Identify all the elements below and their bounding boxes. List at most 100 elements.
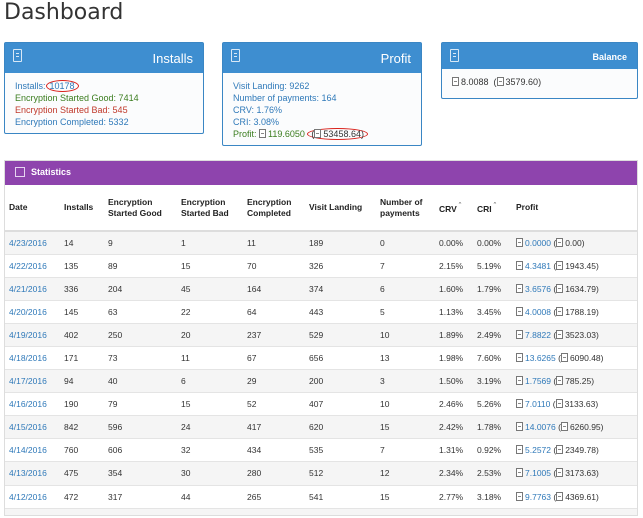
profit-btc-link[interactable]: 4.0008 [525,307,551,317]
table-cell: 1 [177,231,243,255]
enc-completed-line: Encryption Completed: 5332 [15,117,129,127]
table-cell: 67 [243,346,305,371]
table-cell: 10 [376,323,435,347]
table-cell: 2.49% [473,323,512,347]
table-row: 4/18/2016 171 73 11 67 656 13 1.98% 7.60% 13.6265… [5,346,637,371]
table-cell: 336 [60,277,104,301]
date-link[interactable]: 4/11/2016 [5,508,60,515]
table-row: 4/14/2016 760 606 32 434 535 7 1.31% 0.92% 5.2572… [5,438,637,463]
dollar-icon [556,260,564,270]
profit-btc-link[interactable]: 9.6011 [525,515,550,516]
table-cell: 12 [376,461,435,486]
profit-usd: 1634.79 [565,283,596,294]
profit-usd: 3173.63 [565,468,596,479]
installs-panel-title: Installs [152,51,193,66]
profit-panel-title: Profit [380,51,411,66]
table-cell: 2.53% [473,461,512,486]
column-header-installs[interactable]: Installs [60,185,104,232]
table-cell: 374 [305,277,376,301]
profit-usd-circled: (53458.64) [307,128,368,140]
date-link[interactable]: 4/16/2016 [5,392,60,417]
date-link[interactable]: 4/19/2016 [5,323,60,347]
profit-usd: 785.25 [565,376,592,387]
column-header-crv[interactable]: CRV ˆ [435,185,473,232]
table-row: 4/19/2016 402 250 20 237 529 10 1.89% 2.49% 7.882… [5,323,637,347]
profit-btc-link[interactable]: 9.7763 [525,492,551,502]
dollar-icon [555,399,563,409]
table-cell: 1.88% [473,508,512,515]
table-row: 4/11/201679757152485701152.14%1.88%9.601… [5,508,637,516]
profit-btc-link[interactable]: 5.2572 [525,445,551,455]
profit-usd: 6260.95 [569,422,601,433]
balance-panel: Balance 8.0088 (3579.60) [441,42,638,99]
date-link[interactable]: 4/18/2016 [5,346,60,371]
dollar-icon [556,283,564,293]
bitcoin-icon [516,376,523,386]
enc-bad-line: Encryption Started Bad: 545 [15,105,128,115]
profit-cell: 9.7763 (4369.61) [512,485,637,509]
profit-btc-link[interactable]: 7.0110 [525,399,550,409]
sort-caret-icon[interactable]: ˆ [492,203,496,210]
date-link[interactable]: 4/22/2016 [5,254,60,278]
table-cell: 402 [60,323,104,347]
date-link[interactable]: 4/13/2016 [5,461,60,486]
table-cell: 475 [60,461,104,486]
table-header-row: Date Installs Encryption Started Good Encry… [5,185,637,232]
table-cell: 1.79% [473,277,512,301]
column-header-encryption-completed[interactable]: Encryption Completed [243,185,305,232]
table-cell: 541 [305,485,376,509]
column-header-visit-landing[interactable]: Visit Landing [305,185,376,232]
table-cell: 15 [376,415,435,440]
profit-btc-link[interactable]: 7.8822 [525,330,551,340]
date-link[interactable]: 4/20/2016 [5,300,60,324]
table-cell: 2.77% [435,485,473,509]
profit-cell: 9.6011 (4291.29) [512,508,637,516]
page-title: Dashboard [4,0,124,25]
table-cell: 6 [376,277,435,301]
table-row: 4/21/2016 336 204 45 164 374 6 1.60% 1.79% 3.6576… [5,277,637,301]
column-header-number-of-payments[interactable]: Number of payments [376,185,435,232]
bitcoin-icon [516,237,523,247]
table-cell: 145 [60,300,104,324]
table-cell: 44 [177,485,243,509]
dollar-icon [556,237,564,247]
bitcoin-icon [516,329,523,339]
profit-btc-link[interactable]: 3.6576 [525,284,551,294]
profit-usd: 3523.03 [565,329,596,340]
bitcoin-icon [516,260,523,270]
date-link[interactable]: 4/17/2016 [5,369,60,394]
table-cell: 0.00% [473,231,512,255]
profit-panel-header: Profit [223,43,421,73]
sort-caret-icon[interactable]: ˆ [457,203,461,210]
date-link[interactable]: 4/23/2016 [5,231,60,255]
table-cell: 7 [376,438,435,463]
profit-btc-link[interactable]: 7.1005 [525,468,551,478]
table-cell: 64 [243,300,305,324]
profit-btc-link[interactable]: 13.6265 [525,353,556,363]
column-header-encryption-started-bad[interactable]: Encryption Started Bad [177,185,243,232]
column-header-encryption-started-good[interactable]: Encryption Started Good [104,185,177,232]
table-cell: 407 [305,392,376,417]
column-header-date[interactable]: Date [5,185,60,232]
table-cell: 2.46% [435,392,473,417]
bitcoin-icon [516,399,523,409]
date-link[interactable]: 4/15/2016 [5,415,60,440]
table-cell: 15 [177,392,243,417]
date-link[interactable]: 4/12/2016 [5,485,60,509]
profit-btc-link[interactable]: 1.7569 [525,376,551,386]
table-cell: 0.00% [435,231,473,255]
profit-btc-link[interactable]: 14.0076 [525,422,556,432]
profit-cell: 4.0008 (1788.19) [512,300,637,324]
date-link[interactable]: 4/14/2016 [5,438,60,463]
table-cell: 2.14% [435,508,473,515]
column-header-profit[interactable]: Profit [512,185,637,232]
profit-btc-link[interactable]: 4.3481 [525,261,551,271]
date-link[interactable]: 4/21/2016 [5,277,60,301]
profit-btc-link[interactable]: 0.0000 [525,238,551,248]
table-cell: 250 [104,323,177,347]
table-cell: 189 [305,231,376,255]
column-header-cri[interactable]: CRI ˆ [473,185,512,232]
table-cell: 22 [177,300,243,324]
table-cell: 760 [60,438,104,463]
enc-good-line: Encryption Started Good: 7414 [15,93,139,103]
